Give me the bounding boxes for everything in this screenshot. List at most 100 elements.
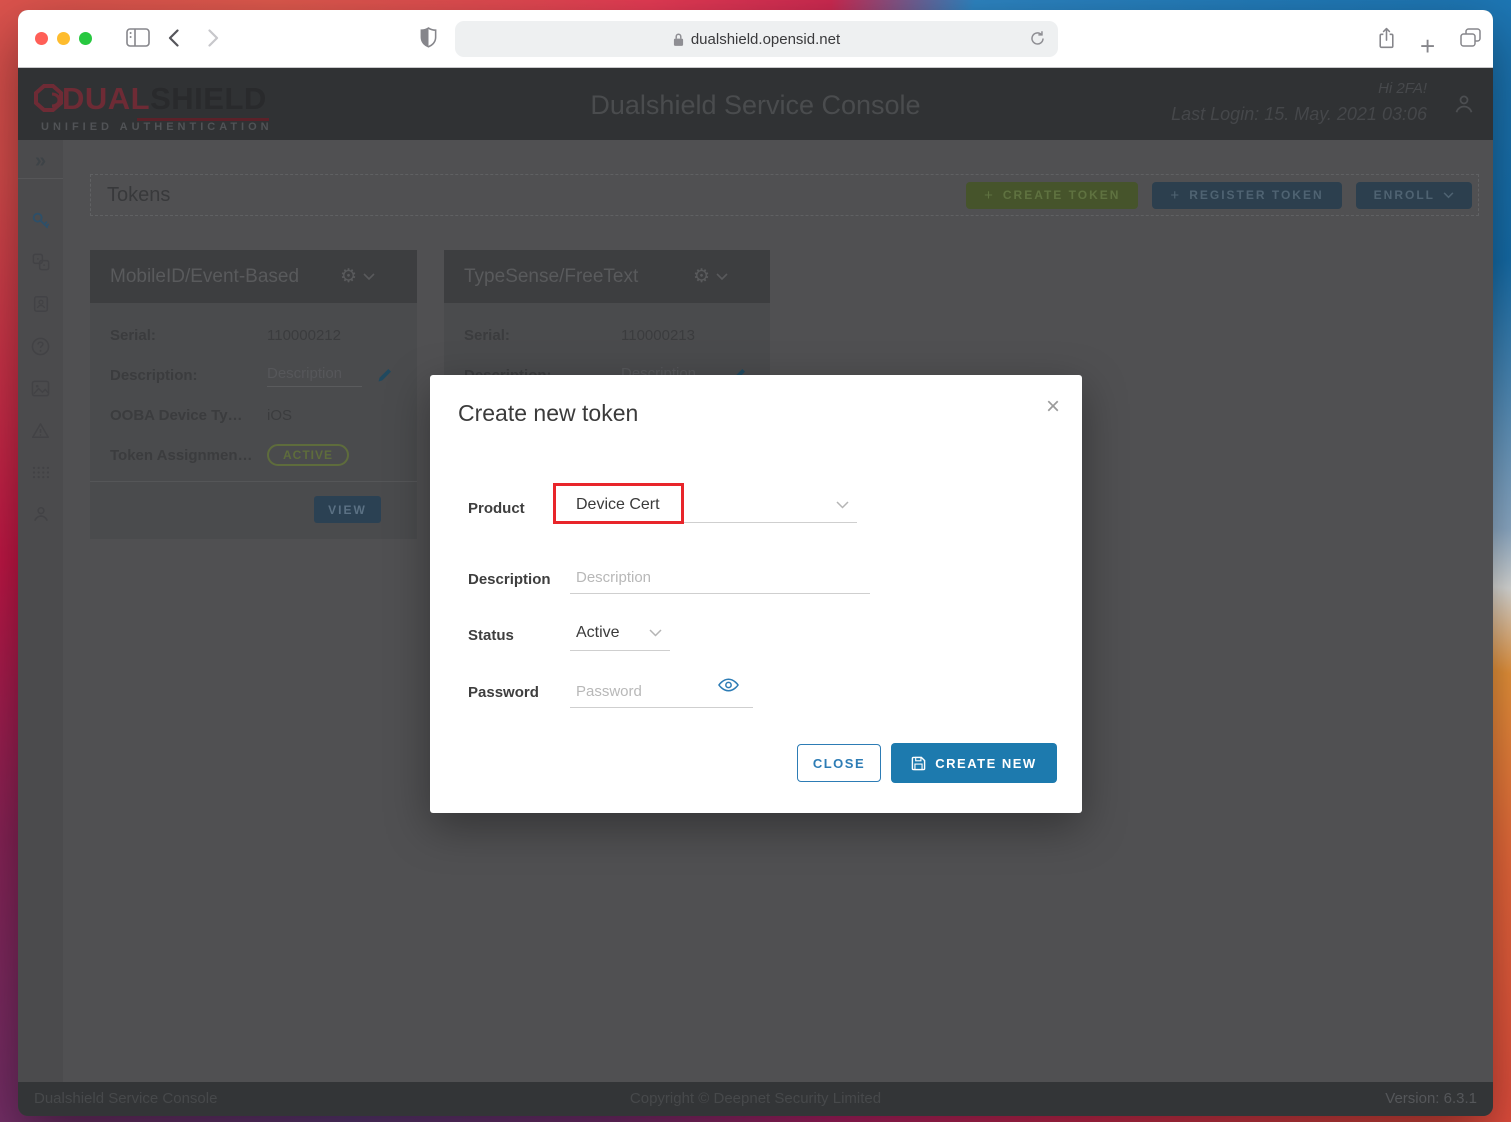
edit-pencil-icon[interactable]	[376, 367, 393, 384]
left-sidebar: »	[18, 140, 63, 1082]
token-card: MobileID/Event-Based ⚙ Serial: 110000212…	[90, 250, 417, 539]
chevron-down-icon	[363, 272, 375, 280]
footer-copyright: Copyright © Deepnet Security Limited	[629, 1090, 882, 1107]
field-value: iOS	[267, 406, 293, 424]
privacy-shield-icon[interactable]	[420, 27, 437, 48]
person-icon	[33, 507, 48, 522]
plus-icon: +	[1170, 186, 1182, 204]
minimize-window-button[interactable]	[57, 32, 70, 45]
token-card-header[interactable]: MobileID/Event-Based ⚙	[90, 250, 417, 303]
lock-icon	[673, 32, 684, 47]
card-settings[interactable]: ⚙	[340, 267, 397, 286]
status-badge: ACTIVE	[267, 444, 350, 466]
dice-icon	[32, 253, 49, 271]
field-label: Description:	[110, 366, 198, 384]
enroll-button[interactable]: ENROLL	[1355, 181, 1472, 209]
register-token-label: REGISTER TOKEN	[1189, 188, 1324, 202]
address-bar[interactable]: dualshield.opensid.net	[455, 21, 1058, 57]
app-header: DUALSHIELD UNIFIED AUTHENTICATION Dualsh…	[18, 68, 1493, 140]
zoom-window-button[interactable]	[79, 32, 92, 45]
chevron-down-icon	[836, 500, 849, 509]
share-icon[interactable]	[1378, 27, 1395, 49]
field-label: Serial:	[110, 326, 156, 344]
warning-icon	[32, 422, 49, 438]
field-label: OOBA Device Ty…	[110, 406, 243, 424]
tab-overview-icon[interactable]	[1460, 28, 1481, 48]
description-input[interactable]	[267, 363, 362, 387]
close-window-button[interactable]	[35, 32, 48, 45]
field-row-description: Description:	[110, 355, 397, 395]
close-icon[interactable]: ×	[1046, 395, 1060, 419]
back-icon[interactable]	[168, 29, 179, 47]
field-row-serial: Serial: 110000212	[110, 315, 397, 355]
field-label: Serial:	[464, 326, 510, 344]
modal-title: Create new token	[458, 400, 639, 426]
create-token-label: CREATE TOKEN	[1002, 188, 1121, 202]
status-select[interactable]: Active	[570, 615, 670, 651]
modal-close-button[interactable]: CLOSE	[797, 744, 881, 782]
field-row-assignment: Token Assignmen… ACTIVE	[110, 435, 397, 475]
field-row-serial: Serial: 110000213	[464, 315, 750, 355]
help-icon	[31, 337, 50, 355]
reload-icon[interactable]	[1029, 30, 1046, 47]
field-label: Token Assignmen…	[110, 446, 253, 464]
sidebar-nav	[18, 199, 63, 535]
account-person-icon[interactable]	[1453, 93, 1475, 120]
field-row-ooba: OOBA Device Ty… iOS	[110, 395, 397, 435]
modal-create-new-button[interactable]: CREATE NEW	[891, 743, 1057, 783]
id-card-icon	[33, 296, 48, 312]
plus-icon: +	[984, 186, 995, 204]
sidebar-item-dice[interactable]	[18, 241, 63, 283]
forward-icon[interactable]	[208, 29, 219, 47]
create-new-label: CREATE NEW	[935, 755, 1037, 771]
sidebar-expand-icon[interactable]: »	[18, 146, 63, 176]
register-token-button[interactable]: + REGISTER TOKEN	[1152, 181, 1342, 209]
token-card-title: MobileID/Event-Based	[110, 265, 300, 287]
show-password-eye-icon[interactable]	[718, 678, 739, 692]
sidebar-item-users[interactable]	[18, 493, 63, 535]
browser-toolbar: dualshield.opensid.net +	[18, 10, 1493, 68]
key-icon	[32, 212, 50, 228]
sidebar-item-apps[interactable]	[18, 451, 63, 493]
user-greeting: Hi 2FA!	[1378, 80, 1427, 97]
sidebar-item-tokens[interactable]	[18, 199, 63, 241]
new-tab-icon[interactable]: +	[1420, 31, 1435, 62]
enroll-label: ENROLL	[1373, 188, 1435, 202]
field-value: 110000213	[621, 326, 695, 344]
desktop-background: dualshield.opensid.net + DUALSHIELD UNIF…	[0, 0, 1511, 1122]
sidebar-toggle-icon[interactable]	[126, 28, 150, 47]
gear-icon: ⚙	[692, 266, 710, 287]
product-select[interactable]: Device Cert	[570, 487, 857, 523]
token-card-footer: VIEW	[90, 482, 417, 539]
status-label: Status	[468, 627, 514, 644]
token-card-body: Serial: 110000212 Description: OOBA Devi…	[90, 303, 417, 481]
description-label: Description	[468, 571, 551, 588]
image-icon	[31, 380, 50, 396]
last-login-text: Last Login: 15. May. 2021 03:06	[1171, 104, 1427, 124]
footer-version: Version: 6.3.1	[1385, 1090, 1477, 1107]
sidebar-item-alerts[interactable]	[18, 409, 63, 451]
create-token-modal: Create new token × Product Device Cert D…	[430, 375, 1082, 813]
app-footer: Dualshield Service Console Copyright © D…	[18, 1082, 1493, 1116]
sidebar-item-help[interactable]	[18, 325, 63, 367]
sidebar-divider	[18, 178, 63, 179]
chevron-down-icon	[716, 272, 728, 280]
product-label: Product	[468, 500, 525, 517]
tokens-title: Tokens	[107, 183, 171, 206]
chevron-down-icon	[1443, 191, 1454, 199]
tokens-panel-header: Tokens + CREATE TOKEN + REGISTER TOKEN E…	[90, 174, 1479, 216]
product-select-value: Device Cert	[576, 495, 660, 513]
chevron-down-icon	[649, 628, 662, 637]
create-token-button[interactable]: + CREATE TOKEN	[966, 181, 1139, 209]
token-card-header[interactable]: TypeSense/FreeText ⚙	[444, 250, 770, 303]
sidebar-item-image[interactable]	[18, 367, 63, 409]
card-settings[interactable]: ⚙	[693, 267, 750, 286]
view-button[interactable]: VIEW	[314, 496, 381, 523]
modal-description-input[interactable]	[570, 561, 870, 594]
field-value: 110000212	[267, 326, 341, 344]
token-card-title: TypeSense/FreeText	[464, 265, 639, 287]
logo-tagline: UNIFIED AUTHENTICATION	[41, 121, 273, 133]
sidebar-item-id-card[interactable]	[18, 283, 63, 325]
gear-icon: ⚙	[339, 266, 357, 287]
password-label: Password	[468, 684, 539, 701]
